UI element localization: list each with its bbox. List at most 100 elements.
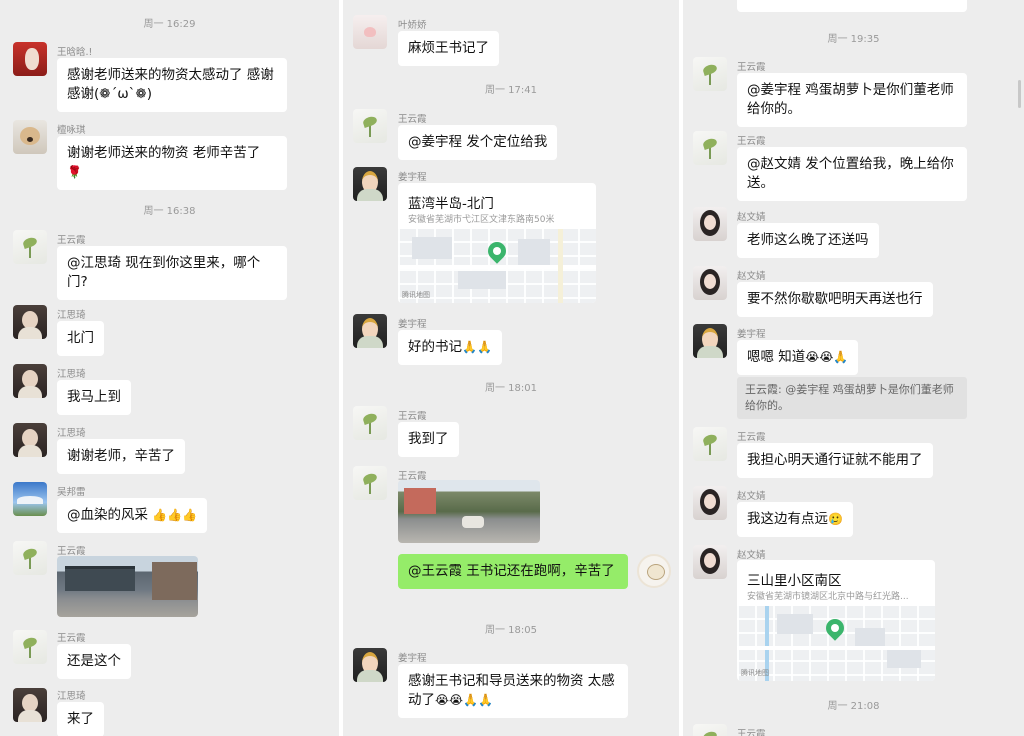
avatar[interactable] xyxy=(13,305,47,339)
message-text: 好的书记 xyxy=(408,339,462,355)
thumbs-up-emoji-icon: 👍👍👍 xyxy=(152,508,198,522)
timestamp: 周一 18:05 xyxy=(485,625,537,636)
avatar[interactable] xyxy=(693,131,727,165)
avatar[interactable] xyxy=(13,482,47,516)
avatar[interactable] xyxy=(353,167,387,201)
sender-name: 王云霞 xyxy=(57,235,86,246)
avatar[interactable] xyxy=(353,15,387,49)
location-address: 安徽省芜湖市弋江区文津东路南50米 xyxy=(408,215,555,225)
avatar[interactable] xyxy=(693,427,727,461)
avatar[interactable] xyxy=(353,314,387,348)
avatar[interactable] xyxy=(693,545,727,579)
message-bubble[interactable]: @赵文婧 发个位置给我，晚上给你送。 xyxy=(737,147,967,201)
sender-name: 王晗晗.! xyxy=(57,47,93,58)
map-thumbnail: 腾讯地图 xyxy=(398,229,596,303)
scrollbar[interactable] xyxy=(1018,80,1021,108)
message-bubble[interactable]: 来了 xyxy=(57,702,104,736)
message-bubble[interactable]: 好的书记🙏🙏 xyxy=(398,330,502,365)
location-card[interactable]: 蓝湾半岛-北门 安徽省芜湖市弋江区文津东路南50米 腾讯地图 xyxy=(398,183,596,303)
sender-name: 赵文婧 xyxy=(737,550,766,561)
my-avatar[interactable] xyxy=(637,554,671,588)
quoted-message[interactable]: 王云霞: @姜宇程 鸡蛋胡萝卜是你们董老师给你的。 xyxy=(737,377,967,419)
message-bubble[interactable]: 嗯嗯 知道😭😭🙏 xyxy=(737,340,859,375)
message-text: 我这边有点远 xyxy=(747,511,828,527)
pray-emoji-icon: 🙏🙏 xyxy=(462,340,492,354)
message-bubble[interactable]: 谢谢老师送来的物资 老师辛苦了 🌹 xyxy=(57,136,287,190)
timestamp: 周一 21:08 xyxy=(827,701,880,712)
sender-name: 江思琦 xyxy=(57,310,86,321)
timestamp: 周一 16:38 xyxy=(143,206,196,217)
message-bubble[interactable]: 感谢王书记和导员送来的物资 太感动了😭😭🙏🙏 xyxy=(398,664,628,718)
sender-name: 王云霞 xyxy=(57,633,86,644)
smile-tear-emoji-icon: 🥲 xyxy=(828,512,843,526)
chat-panel-2[interactable]: 叶娇娇 麻烦王书记了 周一 17:41 王云霞 @姜宇程 发个定位给我 姜宇程 … xyxy=(343,0,679,736)
message-bubble[interactable]: @血染的风采 👍👍👍 xyxy=(57,498,208,533)
location-card[interactable]: 三山里小区南区 安徽省芜湖市镜湖区北京中路与红光路... 腾讯地图 xyxy=(737,560,935,681)
sender-name: 王云霞 xyxy=(398,114,427,125)
avatar[interactable] xyxy=(353,466,387,500)
message-bubble[interactable]: @姜宇程 鸡蛋胡萝卜是你们董老师给你的。 xyxy=(737,73,967,127)
sender-name: 姜宇程 xyxy=(737,329,766,340)
location-pin-icon xyxy=(484,238,510,264)
sender-name: 王云霞 xyxy=(737,432,766,443)
avatar[interactable] xyxy=(353,648,387,682)
avatar[interactable] xyxy=(693,724,727,736)
timestamp: 周一 18:01 xyxy=(485,383,537,394)
avatar[interactable] xyxy=(13,630,47,664)
timestamp: 周一 16:29 xyxy=(143,19,196,30)
message-bubble[interactable]: 老师这么晚了还送吗 xyxy=(737,223,879,258)
sender-name: 王云霞 xyxy=(398,411,427,422)
avatar[interactable] xyxy=(693,57,727,91)
message-bubble[interactable]: @姜宇程 发个定位给我 xyxy=(398,125,558,160)
avatar[interactable] xyxy=(13,120,47,154)
avatar[interactable] xyxy=(693,266,727,300)
image-message[interactable] xyxy=(398,480,540,543)
sender-name: 王云霞 xyxy=(737,729,766,736)
avatar[interactable] xyxy=(693,486,727,520)
message-bubble[interactable]: 感谢老师送来的物资太感动了 感谢感谢(❁´ω`❁) xyxy=(57,58,287,112)
message-bubble[interactable]: 我到了 xyxy=(398,422,459,457)
cry-pray-emoji-icon: 😭😭🙏 xyxy=(805,350,849,364)
sender-name: 檀咏琪 xyxy=(57,125,86,136)
sender-name: 叶娇娇 xyxy=(398,20,427,31)
message-bubble[interactable]: 我担心明天通行证就不能用了 xyxy=(737,443,933,478)
message-bubble[interactable]: 还是这个 xyxy=(57,644,131,679)
avatar[interactable] xyxy=(353,109,387,143)
message-text: 谢谢老师送来的物资 老师辛苦了 xyxy=(67,145,261,161)
message-bubble[interactable]: 我这边有点远🥲 xyxy=(737,502,853,537)
my-message-bubble[interactable]: @王云霞 王书记还在跑啊，辛苦了 xyxy=(398,554,628,589)
avatar[interactable] xyxy=(13,364,47,398)
message-bubble[interactable]: 北门 xyxy=(57,321,104,356)
sender-name: 王云霞 xyxy=(57,546,86,557)
map-thumbnail: 腾讯地图 xyxy=(737,606,935,681)
location-address: 安徽省芜湖市镜湖区北京中路与红光路... xyxy=(747,592,909,602)
timestamp: 周一 17:41 xyxy=(485,85,537,96)
chat-panel-1[interactable]: 周一 16:29 王晗晗.! 感谢老师送来的物资太感动了 感谢感谢(❁´ω`❁)… xyxy=(0,0,339,736)
sender-name: 江思琦 xyxy=(57,369,86,380)
avatar[interactable] xyxy=(13,230,47,264)
chat-panel-3[interactable]: 周一 19:35 王云霞 @姜宇程 鸡蛋胡萝卜是你们董老师给你的。 王云霞 @赵… xyxy=(683,0,1024,736)
sender-name: 赵文婧 xyxy=(737,271,766,282)
avatar[interactable] xyxy=(13,423,47,457)
location-title: 蓝湾半岛-北门 xyxy=(408,196,494,212)
image-message[interactable] xyxy=(57,556,198,617)
avatar[interactable] xyxy=(13,541,47,575)
message-bubble[interactable]: 麻烦王书记了 xyxy=(398,31,499,66)
avatar[interactable] xyxy=(13,42,47,76)
location-title: 三山里小区南区 xyxy=(747,573,842,589)
sender-name: 赵文婧 xyxy=(737,491,766,502)
message-bubble[interactable] xyxy=(737,0,967,12)
message-bubble[interactable]: @江思琦 现在到你这里来，哪个门? xyxy=(57,246,287,300)
avatar[interactable] xyxy=(353,406,387,440)
message-bubble[interactable]: 我马上到 xyxy=(57,380,131,415)
avatar[interactable] xyxy=(13,688,47,722)
message-bubble[interactable]: 要不然你歇歇吧明天再送也行 xyxy=(737,282,933,317)
message-text: 嗯嗯 知道 xyxy=(747,349,806,365)
avatar[interactable] xyxy=(693,207,727,241)
location-pin-icon xyxy=(822,615,848,641)
sender-name: 姜宇程 xyxy=(398,172,427,183)
message-bubble[interactable]: 谢谢老师，辛苦了 xyxy=(57,439,185,474)
sender-name: 吴邦雷 xyxy=(57,487,86,498)
avatar[interactable] xyxy=(693,324,727,358)
cry-pray-emoji-icon: 😭😭🙏🙏 xyxy=(435,693,493,707)
